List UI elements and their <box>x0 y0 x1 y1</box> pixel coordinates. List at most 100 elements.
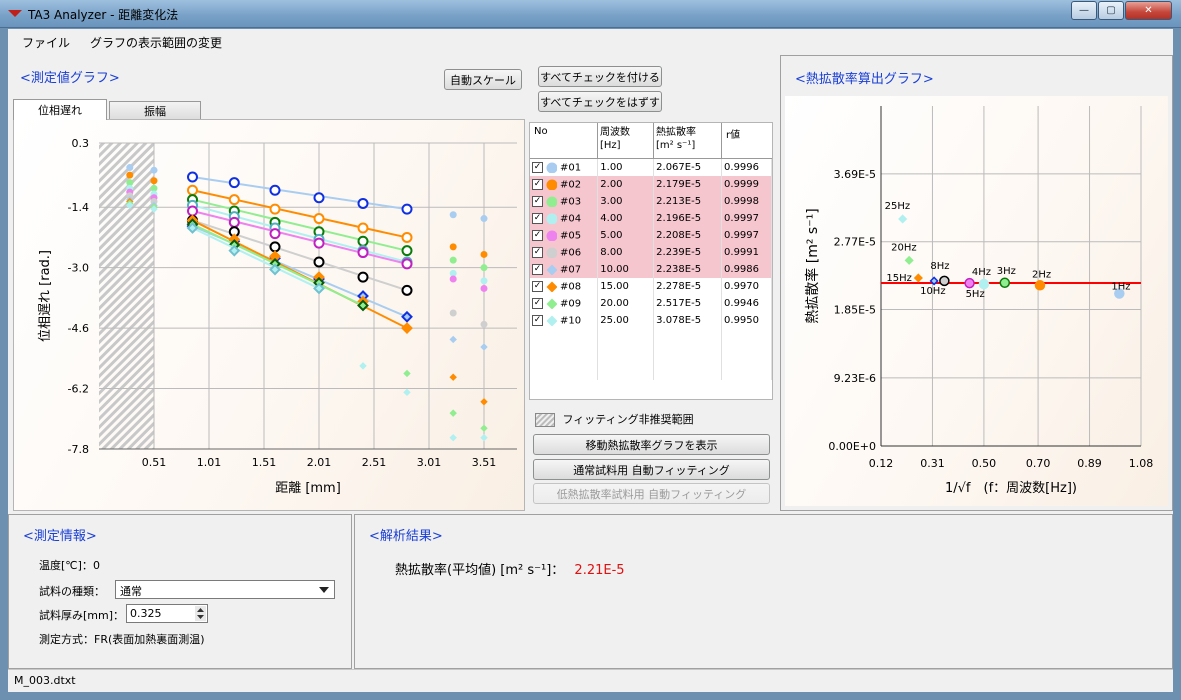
data-point <box>449 269 457 277</box>
table-row[interactable]: ✓ #02 2.00 2.179E-5 0.9999 <box>530 176 772 193</box>
diamond-marker-icon <box>546 315 557 326</box>
menu-graph-range[interactable]: グラフの表示範囲の変更 <box>90 34 222 51</box>
empty-row <box>530 346 772 363</box>
row-no-cell: ✓ #05 <box>530 227 599 244</box>
data-point <box>150 184 158 192</box>
header-r-value: r値 <box>726 130 741 141</box>
y-tick-label: 1.85E-5 <box>834 304 876 317</box>
row-diffusivity: 2.239E-5 <box>653 244 723 261</box>
y-tick-label: -3.0 <box>68 262 89 275</box>
result-value: 2.21E-5 <box>574 563 625 578</box>
point-label: 1Hz <box>1111 282 1130 293</box>
row-checkbox[interactable]: ✓ <box>532 280 543 292</box>
table-row[interactable]: ✓ #07 10.00 2.238E-5 0.9986 <box>530 261 772 278</box>
check-all-button[interactable]: すべてチェックを付ける <box>538 66 662 87</box>
row-checkbox[interactable]: ✓ <box>532 297 543 309</box>
row-checkbox[interactable]: ✓ <box>532 178 543 190</box>
data-point <box>357 222 369 234</box>
data-point <box>228 177 240 189</box>
row-number: #08 <box>560 281 582 293</box>
row-r-value: 0.9950 <box>721 312 772 329</box>
table-row[interactable]: ✓ #10 25.00 3.078E-5 0.9950 <box>530 312 772 329</box>
x-tick-label: 1.08 <box>1129 457 1154 470</box>
x-tick-label: 0.70 <box>1026 457 1051 470</box>
row-checkbox[interactable]: ✓ <box>532 246 543 258</box>
data-point <box>269 241 281 253</box>
data-point <box>150 177 158 185</box>
hatch-legend: フィッティング非推奨範囲 <box>535 411 694 427</box>
table-row[interactable]: ✓ #08 15.00 2.278E-5 0.9970 <box>530 278 772 295</box>
row-checkbox[interactable]: ✓ <box>532 229 543 241</box>
data-point <box>449 335 457 344</box>
empty-row <box>530 329 772 346</box>
row-diffusivity: 3.078E-5 <box>653 312 723 329</box>
row-checkbox[interactable]: ✓ <box>532 212 543 224</box>
data-point <box>449 211 457 219</box>
circle-marker-icon <box>546 230 557 241</box>
row-r-value: 0.9999 <box>721 176 772 193</box>
data-point <box>357 197 369 209</box>
row-checkbox[interactable]: ✓ <box>532 195 543 207</box>
empty-cell <box>653 346 723 363</box>
empty-cell <box>530 363 599 380</box>
row-frequency: 20.00 <box>597 295 655 312</box>
data-point <box>480 277 488 285</box>
row-checkbox[interactable]: ✓ <box>532 314 543 326</box>
minimize-button[interactable]: — <box>1071 1 1097 20</box>
maximize-button[interactable]: ▢ <box>1098 1 1124 20</box>
empty-cell <box>721 329 772 346</box>
measurement-info-panel: <測定情報> 温度[℃]：0 試料の種類： 通常 試料厚み[mm]： 0.325… <box>8 514 352 669</box>
table-row[interactable]: ✓ #06 8.00 2.239E-5 0.9991 <box>530 244 772 261</box>
row-frequency: 4.00 <box>597 210 655 227</box>
row-no-cell: ✓ #08 <box>530 278 599 295</box>
empty-cell <box>597 346 655 363</box>
table-row[interactable]: ✓ #05 5.00 2.208E-5 0.9997 <box>530 227 772 244</box>
y-tick-label: 3.69E-5 <box>834 168 876 181</box>
row-number: #04 <box>560 213 582 225</box>
frequency-table-panel: No 周波数 [Hz] 熱拡散率 [m² s⁻¹] r値 ✓ #01 1.00 2.067… <box>529 122 773 400</box>
row-no-cell: ✓ #06 <box>530 244 599 261</box>
data-point <box>269 184 281 196</box>
table-row[interactable]: ✓ #01 1.00 2.067E-5 0.9996 <box>530 159 772 176</box>
show-moving-diffusivity-button[interactable]: 移動熱拡散率グラフを表示 <box>533 434 770 455</box>
data-point <box>313 192 325 204</box>
empty-cell <box>653 329 723 346</box>
row-r-value: 0.9997 <box>721 227 772 244</box>
table-row[interactable]: ✓ #03 3.00 2.213E-5 0.9998 <box>530 193 772 210</box>
method-label: 測定方式： <box>39 633 94 646</box>
row-diffusivity: 2.067E-5 <box>653 159 723 176</box>
diffusivity-graph-panel: <熱拡散率算出グラフ> 0.12 0.31 0.50 0.70 0.89 1.08 0.00… <box>780 55 1173 511</box>
table-row[interactable]: ✓ #04 4.00 2.196E-5 0.9997 <box>530 210 772 227</box>
row-checkbox[interactable]: ✓ <box>532 263 543 275</box>
menu-file[interactable]: ファイル <box>22 34 70 51</box>
diamond-marker-icon <box>546 298 557 309</box>
tab-amplitude[interactable]: 振幅 <box>109 101 201 120</box>
empty-cell <box>597 363 655 380</box>
thickness-stepper[interactable]: 0.325 <box>126 604 208 623</box>
close-button[interactable]: ✕ <box>1125 1 1172 20</box>
uncheck-all-button[interactable]: すべてチェックをはずす <box>538 91 662 112</box>
temperature-value: 0 <box>92 559 100 572</box>
tab-phase-delay[interactable]: 位相遅れ <box>13 99 107 120</box>
row-frequency: 25.00 <box>597 312 655 329</box>
data-point <box>228 216 240 228</box>
auto-scale-button[interactable]: 自動スケール <box>444 69 522 90</box>
x-tick-label: 0.51 <box>142 456 167 469</box>
phase-delay-chart[interactable]: 0.51 1.01 1.51 2.01 2.51 3.01 3.51 0.3 -1.4 -3.0 -… <box>14 120 524 510</box>
row-number: #03 <box>560 196 582 208</box>
table-row[interactable]: ✓ #09 20.00 2.517E-5 0.9946 <box>530 295 772 312</box>
auto-fit-normal-button[interactable]: 通常試料用 自動フィッティング <box>533 459 770 480</box>
diamond-marker-icon <box>546 264 557 275</box>
point-label: 25Hz <box>885 201 911 212</box>
data-point <box>913 273 923 283</box>
row-no-cell: ✓ #09 <box>530 295 599 312</box>
circle-marker-icon <box>546 162 557 173</box>
row-checkbox[interactable]: ✓ <box>532 161 543 173</box>
menu-bar: ファイル グラフの表示範囲の変更 <box>8 29 1173 55</box>
diffusivity-chart[interactable]: 0.12 0.31 0.50 0.70 0.89 1.08 0.00E+0 9.23E-6 1.… <box>785 96 1168 506</box>
app-logo-icon <box>8 10 22 17</box>
sample-type-select[interactable]: 通常 <box>115 580 335 599</box>
point-label: 3Hz <box>997 266 1016 277</box>
stepper-arrows-icon[interactable] <box>195 606 206 621</box>
circle-marker-icon <box>546 179 557 190</box>
